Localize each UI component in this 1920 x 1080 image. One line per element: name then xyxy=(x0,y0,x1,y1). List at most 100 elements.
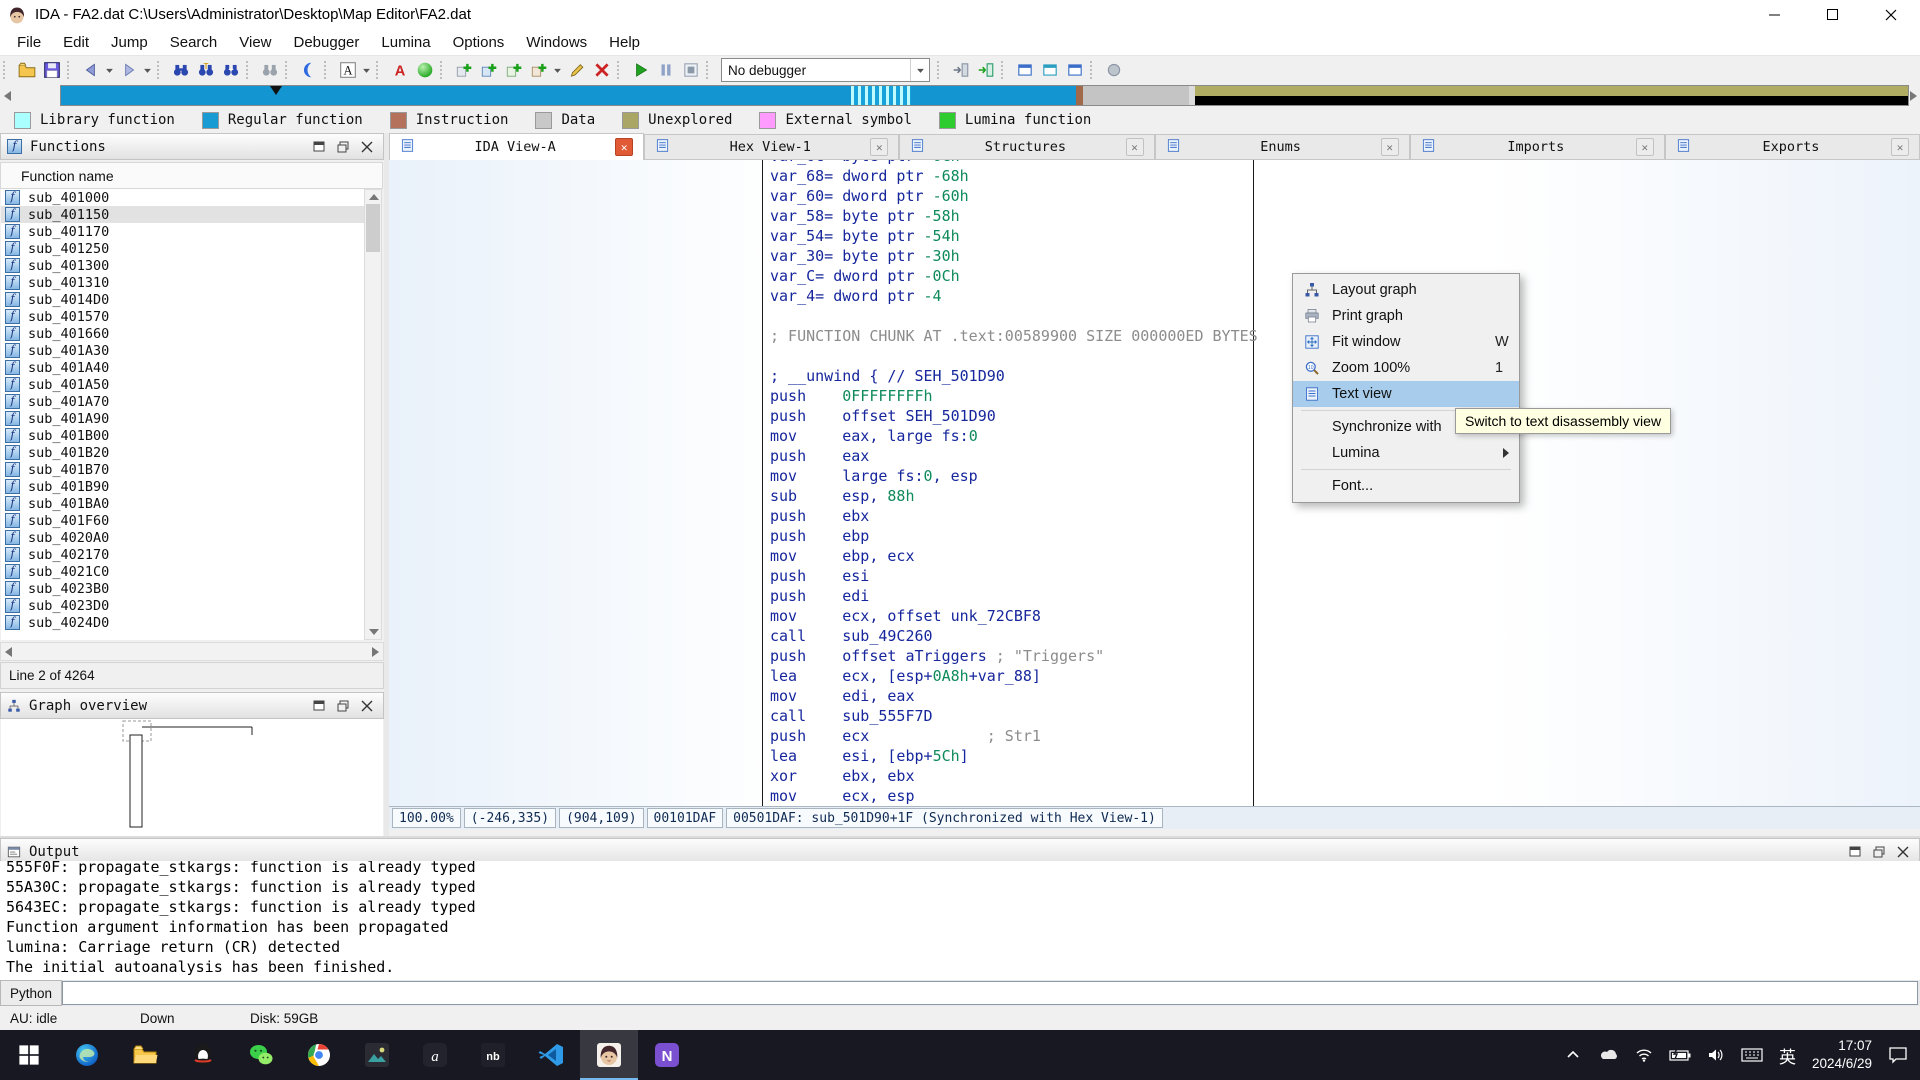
taskbar-app-player-a[interactable]: a xyxy=(406,1030,464,1080)
function-row[interactable]: fsub_4023B0 xyxy=(1,580,364,597)
band-scroll-right-icon[interactable] xyxy=(1910,91,1917,101)
open-file-icon[interactable] xyxy=(14,58,39,83)
float-icon[interactable] xyxy=(1873,846,1885,858)
function-row[interactable]: fsub_401BA0 xyxy=(1,495,364,512)
window-list-icon[interactable] xyxy=(1012,58,1037,83)
taskbar-app-explorer[interactable] xyxy=(116,1030,174,1080)
context-menu-item-font-[interactable]: Font... xyxy=(1293,473,1519,499)
tab-hex-view-1[interactable]: Hex View-1✕ xyxy=(644,134,899,160)
volume-icon[interactable] xyxy=(1707,1047,1725,1063)
function-row[interactable]: fsub_402170 xyxy=(1,546,364,563)
tab-close-icon[interactable]: ✕ xyxy=(1126,138,1144,156)
rename-a-icon[interactable]: A xyxy=(335,58,360,83)
tab-ida-view-a[interactable]: IDA View-A✕ xyxy=(389,133,644,160)
code-line[interactable]: mov edi, eax xyxy=(770,686,915,706)
menu-help[interactable]: Help xyxy=(598,31,651,54)
functions-vertical-scrollbar[interactable] xyxy=(364,189,382,640)
menu-windows[interactable]: Windows xyxy=(515,31,598,54)
taskbar-app-vscode[interactable] xyxy=(522,1030,580,1080)
code-line[interactable]: push ecx ; Str1 xyxy=(770,726,1041,746)
dropdown-icon[interactable] xyxy=(103,58,116,83)
scroll-up-icon[interactable] xyxy=(369,194,379,200)
function-row[interactable]: fsub_401A50 xyxy=(1,376,364,393)
function-row[interactable]: fsub_401B20 xyxy=(1,444,364,461)
tab-close-icon[interactable]: ✕ xyxy=(1891,138,1909,156)
nav-forward-icon[interactable] xyxy=(116,58,141,83)
code-line[interactable]: lea esi, [ebp+5Ch] xyxy=(770,746,969,766)
band-library-stripes[interactable] xyxy=(851,86,911,105)
add-func-icon[interactable] xyxy=(451,58,476,83)
toolbar-grip[interactable] xyxy=(706,61,713,79)
add-struct-icon[interactable] xyxy=(476,58,501,83)
code-line[interactable]: mov ecx, esp xyxy=(770,786,915,806)
breakpoint-list-icon[interactable] xyxy=(1101,58,1126,83)
toolbar-grip[interactable] xyxy=(157,61,164,79)
toolbar-grip[interactable] xyxy=(246,61,253,79)
code-line[interactable]: mov ebp, ecx xyxy=(770,546,915,566)
code-line[interactable]: call sub_555F7D xyxy=(770,706,933,726)
function-row[interactable]: fsub_401250 xyxy=(1,240,364,257)
scroll-right-icon[interactable] xyxy=(372,647,379,657)
close-button[interactable] xyxy=(1862,0,1920,29)
tab-close-icon[interactable]: ✕ xyxy=(615,138,633,156)
functions-horizontal-scrollbar[interactable] xyxy=(0,642,384,661)
taskbar-app-photos[interactable] xyxy=(348,1030,406,1080)
function-row[interactable]: fsub_401B70 xyxy=(1,461,364,478)
function-name-header[interactable]: Function name xyxy=(0,162,383,189)
context-menu-item-text-view[interactable]: Text view xyxy=(1293,381,1519,407)
tab-close-icon[interactable]: ✕ xyxy=(1636,138,1654,156)
add-seg-icon[interactable] xyxy=(526,58,551,83)
onedrive-icon[interactable] xyxy=(1597,1047,1619,1063)
function-row[interactable]: fsub_4024D0 xyxy=(1,614,364,631)
function-row[interactable]: fsub_401300 xyxy=(1,257,364,274)
edit-pencil-icon[interactable] xyxy=(564,58,589,83)
save-icon[interactable] xyxy=(39,58,64,83)
context-menu-item-lumina[interactable]: Lumina xyxy=(1293,440,1519,466)
delete-x-icon[interactable] xyxy=(589,58,614,83)
tab-exports[interactable]: Exports✕ xyxy=(1665,134,1920,160)
lumina-ball-icon[interactable] xyxy=(412,58,437,83)
function-row[interactable]: fsub_4023D0 xyxy=(1,597,364,614)
taskbar-app-notepad-n[interactable]: N xyxy=(638,1030,696,1080)
debug-stop-icon[interactable] xyxy=(678,58,703,83)
taskbar-app-netbeans[interactable]: nb xyxy=(464,1030,522,1080)
code-line[interactable]: var_60= dword ptr -60h xyxy=(770,186,969,206)
context-menu-item-zoom-100-[interactable]: 10Zoom 100%1 xyxy=(1293,355,1519,381)
python-input[interactable] xyxy=(62,981,1918,1005)
function-row[interactable]: fsub_401A30 xyxy=(1,342,364,359)
code-line[interactable]: ; __unwind { // SEH_501D90 xyxy=(770,366,1005,386)
toolbar-grip[interactable] xyxy=(67,61,74,79)
taskbar-app-qq[interactable] xyxy=(174,1030,232,1080)
code-line[interactable]: push ebx xyxy=(770,506,869,526)
tab-imports[interactable]: Imports✕ xyxy=(1410,134,1665,160)
tab-enums[interactable]: Enums✕ xyxy=(1155,134,1410,160)
jump-crescent-icon[interactable] xyxy=(296,58,321,83)
debug-pause-icon[interactable] xyxy=(653,58,678,83)
taskbar-app-edge[interactable] xyxy=(58,1030,116,1080)
dropdown-icon[interactable] xyxy=(551,58,564,83)
code-line[interactable]: var_58= byte ptr -58h xyxy=(770,206,960,226)
menu-file[interactable]: File xyxy=(6,31,52,54)
function-row[interactable]: fsub_401170 xyxy=(1,223,364,240)
close-panel-icon[interactable] xyxy=(361,141,373,153)
code-line[interactable]: var_54= byte ptr -54h xyxy=(770,226,960,246)
code-line[interactable]: push ebp xyxy=(770,526,869,546)
function-row[interactable]: fsub_401150 xyxy=(1,206,364,223)
code-line[interactable]: sub esp, 88h xyxy=(770,486,915,506)
navigation-band[interactable] xyxy=(60,85,1909,106)
chevron-down-icon[interactable] xyxy=(910,59,929,81)
debug-run-icon[interactable] xyxy=(628,58,653,83)
menu-options[interactable]: Options xyxy=(442,31,516,54)
code-line[interactable]: push 0FFFFFFFFh xyxy=(770,386,933,406)
float-icon[interactable] xyxy=(337,700,349,712)
code-line[interactable]: push offset aTriggers ; "Triggers" xyxy=(770,646,1104,666)
toolbar-grip[interactable] xyxy=(617,61,624,79)
band-segment[interactable] xyxy=(61,86,1076,105)
clock[interactable]: 17:07 2024/6/29 xyxy=(1812,1037,1872,1072)
function-row[interactable]: fsub_401B00 xyxy=(1,427,364,444)
float-icon[interactable] xyxy=(337,141,349,153)
code-line[interactable]: mov ecx, offset unk_72CBF8 xyxy=(770,606,1041,626)
context-menu-item-print-graph[interactable]: Print graph xyxy=(1293,303,1519,329)
context-menu-item-fit-window[interactable]: Fit windowW xyxy=(1293,329,1519,355)
taskbar-app-wechat[interactable] xyxy=(232,1030,290,1080)
